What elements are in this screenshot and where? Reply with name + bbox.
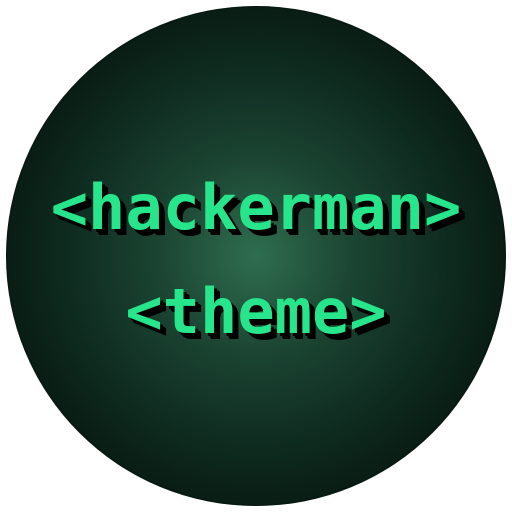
logo-title-line-2: <theme> xyxy=(125,275,387,348)
logo-title-line-1: <hackerman> xyxy=(50,171,462,244)
logo-canvas: <hackerman> <theme> xyxy=(0,0,512,512)
circular-badge xyxy=(6,6,506,506)
